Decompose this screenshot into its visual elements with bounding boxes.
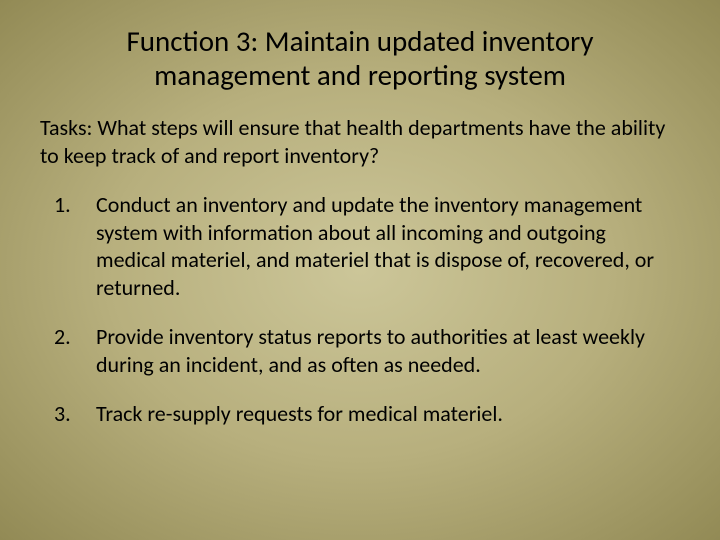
slide-title: Function 3: Maintain updated inventory m… <box>80 24 640 92</box>
list-item: Track re-supply requests for medical mat… <box>40 400 680 428</box>
task-list: Conduct an inventory and update the inve… <box>40 191 680 428</box>
tasks-prompt: Tasks: What steps will ensure that healt… <box>40 114 680 169</box>
list-item: Conduct an inventory and update the inve… <box>40 191 680 301</box>
slide: Function 3: Maintain updated inventory m… <box>0 0 720 540</box>
list-item: Provide inventory status reports to auth… <box>40 323 680 378</box>
